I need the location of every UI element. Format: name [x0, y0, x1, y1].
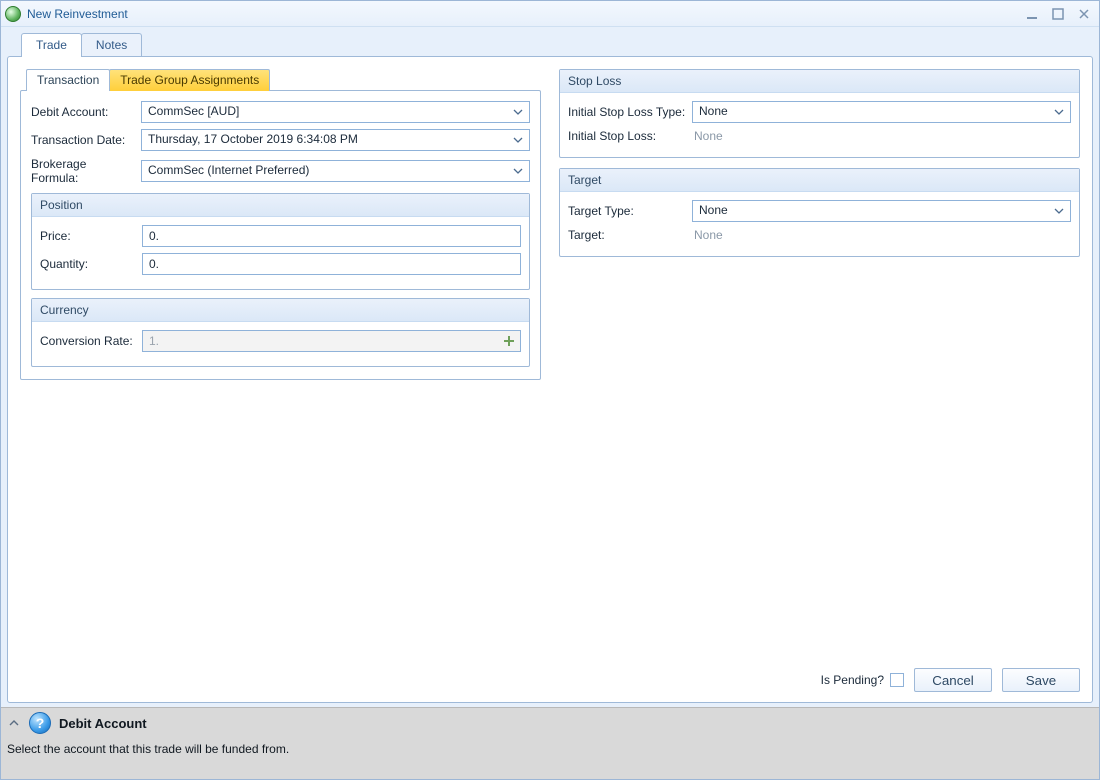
row-target-value: Target: None [568, 228, 1071, 242]
transaction-date-label: Transaction Date: [31, 133, 135, 147]
target-header: Target [560, 169, 1079, 192]
tab-trade[interactable]: Trade [21, 33, 82, 57]
window-controls [1023, 6, 1093, 22]
maximize-button[interactable] [1049, 6, 1067, 22]
plus-icon[interactable] [501, 333, 517, 349]
target-type-label: Target Type: [568, 204, 686, 218]
row-stop-loss-type: Initial Stop Loss Type: None [568, 101, 1071, 123]
close-button[interactable] [1075, 6, 1093, 22]
tab-trade-label: Trade [36, 38, 67, 52]
target-group: Target Target Type: None Target: [559, 168, 1080, 257]
tab-trade-group-assignments[interactable]: Trade Group Assignments [109, 69, 270, 91]
price-input-wrap [142, 225, 521, 247]
position-header: Position [32, 194, 529, 217]
collapse-icon[interactable] [7, 716, 21, 730]
price-input[interactable] [149, 228, 500, 244]
stop-loss-value-label: Initial Stop Loss: [568, 129, 686, 143]
chevron-down-icon [511, 105, 525, 119]
pending-wrapper[interactable]: Is Pending? [821, 673, 904, 687]
currency-group: Currency Conversion Rate: [31, 298, 530, 367]
brokerage-value: CommSec (Internet Preferred) [148, 163, 309, 177]
brokerage-combo[interactable]: CommSec (Internet Preferred) [141, 160, 530, 182]
stop-loss-value-text: None [692, 129, 723, 143]
help-text: Select the account that this trade will … [1, 734, 1099, 762]
outer-tab-strip: Trade Notes [21, 33, 1093, 57]
stop-loss-body: Initial Stop Loss Type: None Initial Sto… [560, 93, 1079, 157]
row-brokerage: Brokerage Formula: CommSec (Internet Pre… [31, 157, 530, 185]
stop-loss-type-combo[interactable]: None [692, 101, 1071, 123]
content-columns: Transaction Trade Group Assignments Debi… [20, 69, 1080, 380]
footer-bar: Is Pending? Cancel Save [20, 662, 1080, 694]
right-column: Stop Loss Initial Stop Loss Type: None [559, 69, 1080, 267]
help-header: ? Debit Account [1, 708, 1099, 734]
chevron-down-icon [1052, 204, 1066, 218]
target-value-text: None [692, 228, 723, 242]
row-stop-loss-value: Initial Stop Loss: None [568, 129, 1071, 143]
minimize-button[interactable] [1023, 6, 1041, 22]
left-column: Transaction Trade Group Assignments Debi… [20, 69, 541, 380]
position-body: Price: Quantity: [32, 217, 529, 289]
target-type-value: None [699, 203, 728, 217]
chevron-down-icon [511, 133, 525, 147]
client-area: Trade Notes Transaction Trade Group Assi… [1, 27, 1099, 707]
save-button[interactable]: Save [1002, 668, 1080, 692]
brokerage-label: Brokerage Formula: [31, 157, 135, 185]
transaction-date-value: Thursday, 17 October 2019 6:34:08 PM [148, 132, 358, 146]
tab-tga-label: Trade Group Assignments [120, 73, 259, 87]
stop-loss-group: Stop Loss Initial Stop Loss Type: None [559, 69, 1080, 158]
chevron-down-icon [511, 164, 525, 178]
inner-tab-strip: Transaction Trade Group Assignments [26, 69, 541, 91]
currency-body: Conversion Rate: [32, 322, 529, 366]
trade-panel: Transaction Trade Group Assignments Debi… [7, 56, 1093, 703]
pending-label: Is Pending? [821, 673, 884, 687]
quantity-input[interactable] [149, 256, 500, 272]
transaction-date-combo[interactable]: Thursday, 17 October 2019 6:34:08 PM [141, 129, 530, 151]
stop-loss-type-label: Initial Stop Loss Type: [568, 105, 686, 119]
cancel-button[interactable]: Cancel [914, 668, 992, 692]
window-frame: New Reinvestment Trade Notes Transaction… [0, 0, 1100, 780]
quantity-input-wrap [142, 253, 521, 275]
pending-checkbox[interactable] [890, 673, 904, 687]
help-title: Debit Account [59, 716, 147, 731]
save-button-label: Save [1026, 673, 1056, 688]
help-icon: ? [29, 712, 51, 734]
tab-transaction-label: Transaction [37, 73, 99, 87]
target-body: Target Type: None Target: None [560, 192, 1079, 256]
conversion-rate-input [149, 333, 500, 349]
target-type-combo[interactable]: None [692, 200, 1071, 222]
debit-account-combo[interactable]: CommSec [AUD] [141, 101, 530, 123]
price-label: Price: [40, 229, 136, 243]
tab-transaction[interactable]: Transaction [26, 69, 110, 91]
row-target-type: Target Type: None [568, 200, 1071, 222]
tab-notes-label: Notes [96, 38, 127, 52]
cancel-button-label: Cancel [932, 673, 974, 688]
currency-header: Currency [32, 299, 529, 322]
row-quantity: Quantity: [40, 253, 521, 275]
chevron-down-icon [1052, 105, 1066, 119]
conversion-rate-label: Conversion Rate: [40, 334, 136, 348]
debit-account-value: CommSec [AUD] [148, 104, 239, 118]
target-value-label: Target: [568, 228, 686, 242]
row-conversion-rate: Conversion Rate: [40, 330, 521, 352]
row-transaction-date: Transaction Date: Thursday, 17 October 2… [31, 129, 530, 151]
row-price: Price: [40, 225, 521, 247]
conversion-rate-input-wrap [142, 330, 521, 352]
debit-account-label: Debit Account: [31, 105, 135, 119]
stop-loss-type-value: None [699, 104, 728, 118]
app-icon [5, 6, 21, 22]
help-panel: ? Debit Account Select the account that … [1, 707, 1099, 779]
title-bar[interactable]: New Reinvestment [1, 1, 1099, 27]
quantity-label: Quantity: [40, 257, 136, 271]
stop-loss-header: Stop Loss [560, 70, 1079, 93]
position-group: Position Price: Quantity: [31, 193, 530, 290]
transaction-panel: Debit Account: CommSec [AUD] Transaction… [20, 90, 541, 380]
tab-notes[interactable]: Notes [81, 33, 142, 57]
row-debit-account: Debit Account: CommSec [AUD] [31, 101, 530, 123]
window-title: New Reinvestment [27, 7, 1023, 21]
